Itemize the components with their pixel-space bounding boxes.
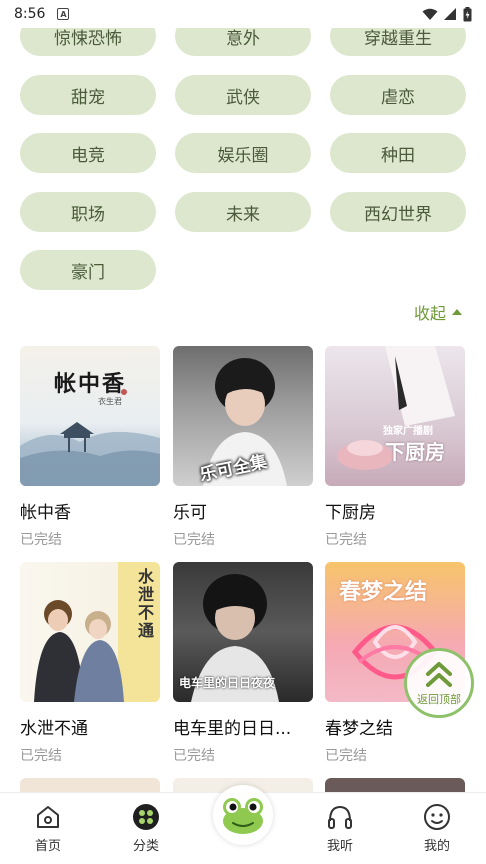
book-title: 水泄不通 xyxy=(20,719,88,739)
cover-subtitle: 衣生君 xyxy=(98,397,122,406)
frog-icon xyxy=(223,798,263,834)
genre-chip[interactable]: 电竞 xyxy=(20,133,156,173)
genre-chip[interactable]: 西幻世界 xyxy=(330,192,466,232)
notification-icon: A xyxy=(57,8,70,20)
genre-label: 电竞 xyxy=(71,145,105,166)
genre-label: 甜宠 xyxy=(71,87,105,108)
cover-subtitle: 独家广播剧 xyxy=(383,426,433,437)
profile-icon xyxy=(424,804,450,830)
genre-chip[interactable]: 豪门 xyxy=(20,250,156,290)
book-title: 帐中香 xyxy=(20,503,71,523)
cover-title: 帐中香 xyxy=(54,371,127,397)
genre-chip[interactable]: 甜宠 xyxy=(20,75,156,115)
double-chevron-up-icon xyxy=(426,661,452,687)
book-cover[interactable] xyxy=(20,778,160,792)
genre-label: 种田 xyxy=(381,145,415,166)
tab-label: 我听 xyxy=(326,839,353,854)
book-cover[interactable] xyxy=(325,778,465,792)
tab-profile[interactable]: 我的 xyxy=(407,803,467,854)
headphones-icon xyxy=(328,805,352,829)
book-card[interactable]: 水泄不通 水泄不通 已完结 xyxy=(20,562,160,765)
book-card[interactable]: 电车里的日日夜夜 电车里的日日... 已完结 xyxy=(173,562,313,765)
genre-chip[interactable]: 虐恋 xyxy=(330,75,466,115)
cover-title: 下厨房 xyxy=(385,440,445,464)
category-icon xyxy=(133,804,159,830)
book-cover: 电车里的日日夜夜 xyxy=(173,562,313,702)
book-cover: 独家广播剧 下厨房 xyxy=(325,346,465,486)
battery-icon xyxy=(463,6,472,21)
book-status: 已完结 xyxy=(325,532,367,548)
tab-label: 我的 xyxy=(423,839,450,854)
tab-label: 分类 xyxy=(132,839,159,854)
book-card[interactable]: 独家广播剧 下厨房 下厨房 已完结 xyxy=(325,346,465,549)
book-status: 已完结 xyxy=(20,748,62,764)
book-title: 电车里的日日... xyxy=(173,719,292,739)
tab-category[interactable]: 分类 xyxy=(116,803,176,854)
book-card[interactable]: 帐中香 衣生君 帐中香 已完结 xyxy=(20,346,160,549)
genre-label: 娱乐圈 xyxy=(217,145,269,166)
tab-listening[interactable]: 我听 xyxy=(310,803,370,854)
status-time: 8:56 xyxy=(14,6,46,22)
genre-label: 未来 xyxy=(226,204,260,225)
cover-title: 水泄不通 xyxy=(135,568,154,640)
genre-chip[interactable]: 种田 xyxy=(330,133,466,173)
book-cover: 水泄不通 xyxy=(20,562,160,702)
caret-up-icon xyxy=(452,309,463,315)
book-title: 乐可 xyxy=(173,503,207,523)
collapse-label: 收起 xyxy=(414,304,447,323)
tab-frog[interactable] xyxy=(213,785,273,845)
status-icons xyxy=(422,6,472,22)
wifi-icon xyxy=(422,8,438,20)
book-status: 已完结 xyxy=(173,532,215,548)
book-title: 春梦之结 xyxy=(325,719,393,739)
collapse-button[interactable]: 收起 xyxy=(414,300,463,324)
book-card[interactable]: 乐可全集 乐可 已完结 xyxy=(173,346,313,549)
genre-label: 西幻世界 xyxy=(364,204,432,225)
character-illustration xyxy=(337,346,455,470)
back-to-top-label: 返回顶部 xyxy=(417,692,461,706)
back-to-top-button[interactable]: 返回顶部 xyxy=(404,648,474,718)
genre-label: 虐恋 xyxy=(381,87,415,108)
tab-label: 首页 xyxy=(34,839,61,854)
book-status: 已完结 xyxy=(173,748,215,764)
bottom-tab-bar: 首页 分类 我听 我的 xyxy=(0,785,486,864)
cover-title: 春梦之结 xyxy=(339,579,428,605)
genre-label: 武侠 xyxy=(226,87,260,108)
signal-icon xyxy=(444,7,456,20)
status-bar: 8:56 A xyxy=(0,0,486,28)
book-cover: 帐中香 衣生君 xyxy=(20,346,160,486)
book-cover: 乐可全集 xyxy=(173,346,313,486)
book-status: 已完结 xyxy=(325,748,367,764)
book-status: 已完结 xyxy=(20,532,62,548)
genre-label: 职场 xyxy=(71,204,105,225)
book-title: 下厨房 xyxy=(325,503,376,523)
tab-home[interactable]: 首页 xyxy=(18,803,78,854)
genre-chip[interactable]: 职场 xyxy=(20,192,156,232)
genre-chip[interactable]: 未来 xyxy=(175,192,311,232)
genre-chip[interactable]: 武侠 xyxy=(175,75,311,115)
genre-label: 豪门 xyxy=(71,262,105,283)
genre-chip[interactable]: 娱乐圈 xyxy=(175,133,311,173)
cover-title: 电车里的日日夜夜 xyxy=(179,676,276,690)
home-icon xyxy=(37,806,59,828)
